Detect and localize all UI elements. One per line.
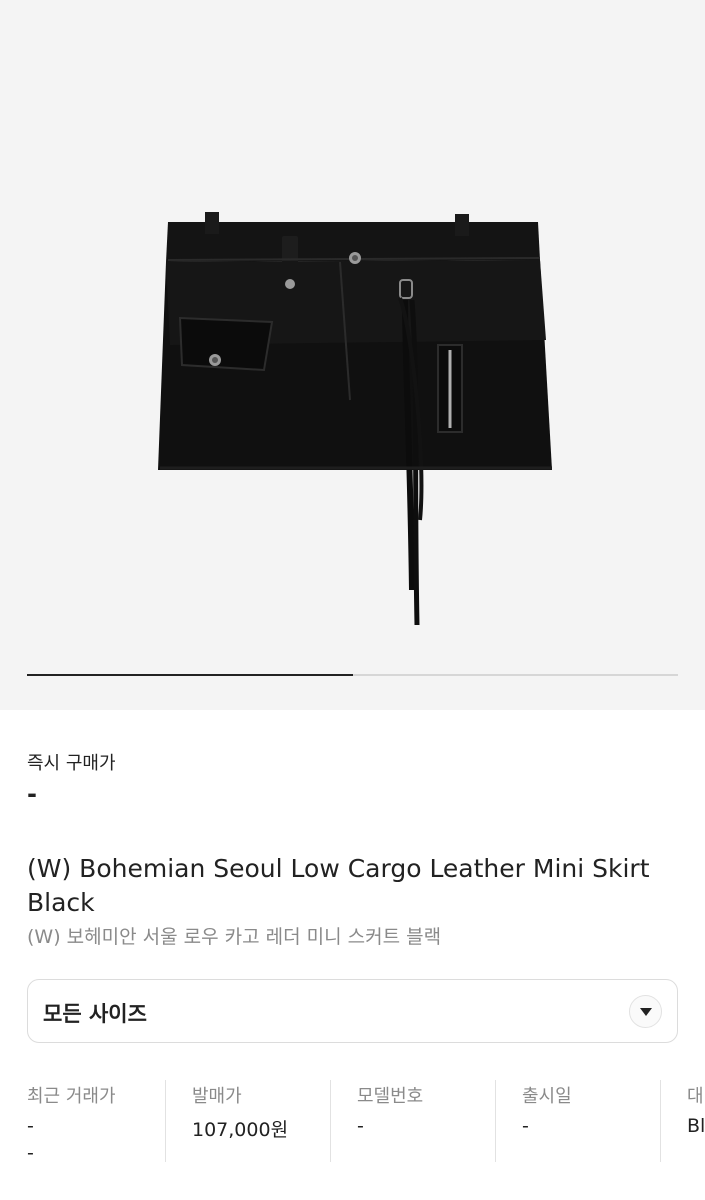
- info-model-number-label: 모델번호: [357, 1086, 424, 1107]
- info-recent-price-value: -: [27, 1115, 34, 1137]
- info-model-number-value: -: [357, 1115, 364, 1137]
- info-representative-color-value: Bl: [687, 1115, 705, 1137]
- size-select[interactable]: 모든 사이즈: [27, 979, 678, 1043]
- info-release-price-label: 발매가: [192, 1086, 242, 1107]
- chevron-down-icon[interactable]: [629, 995, 662, 1028]
- info-release-date-value: -: [522, 1115, 529, 1137]
- product-image: [158, 212, 552, 626]
- instant-buy-price-value: -: [27, 780, 37, 808]
- info-release-price: 발매가 107,000원: [192, 1080, 322, 1164]
- info-representative-color-label: 대: [687, 1086, 704, 1107]
- info-recent-price: 최근 거래가 - -: [27, 1080, 157, 1164]
- info-release-date: 출시일 -: [522, 1080, 652, 1164]
- product-subtitle-korean: (W) 보헤미안 서울 로우 카고 레더 미니 스커트 블랙: [27, 926, 442, 948]
- info-divider: [660, 1080, 661, 1162]
- info-representative-color: 대 Bl: [687, 1080, 705, 1164]
- size-select-label: 모든 사이즈: [43, 1002, 147, 1026]
- info-divider: [330, 1080, 331, 1162]
- info-recent-price-change: -: [27, 1142, 34, 1164]
- info-divider: [165, 1080, 166, 1162]
- info-release-price-value: 107,000원: [192, 1119, 289, 1141]
- product-info-row[interactable]: 최근 거래가 - - 발매가 107,000원 모델번호 - 출시일 - 대 B…: [0, 1080, 705, 1170]
- info-release-date-label: 출시일: [522, 1086, 572, 1107]
- instant-buy-price-label: 즉시 구매가: [27, 753, 116, 774]
- image-slide-indicator: [27, 674, 678, 676]
- info-divider: [495, 1080, 496, 1162]
- product-image-gallery[interactable]: [0, 0, 705, 710]
- info-recent-price-label: 최근 거래가: [27, 1086, 116, 1107]
- product-title: (W) Bohemian Seoul Low Cargo Leather Min…: [27, 854, 650, 917]
- image-slide-indicator-fill: [27, 674, 353, 676]
- info-model-number: 모델번호 -: [357, 1080, 487, 1164]
